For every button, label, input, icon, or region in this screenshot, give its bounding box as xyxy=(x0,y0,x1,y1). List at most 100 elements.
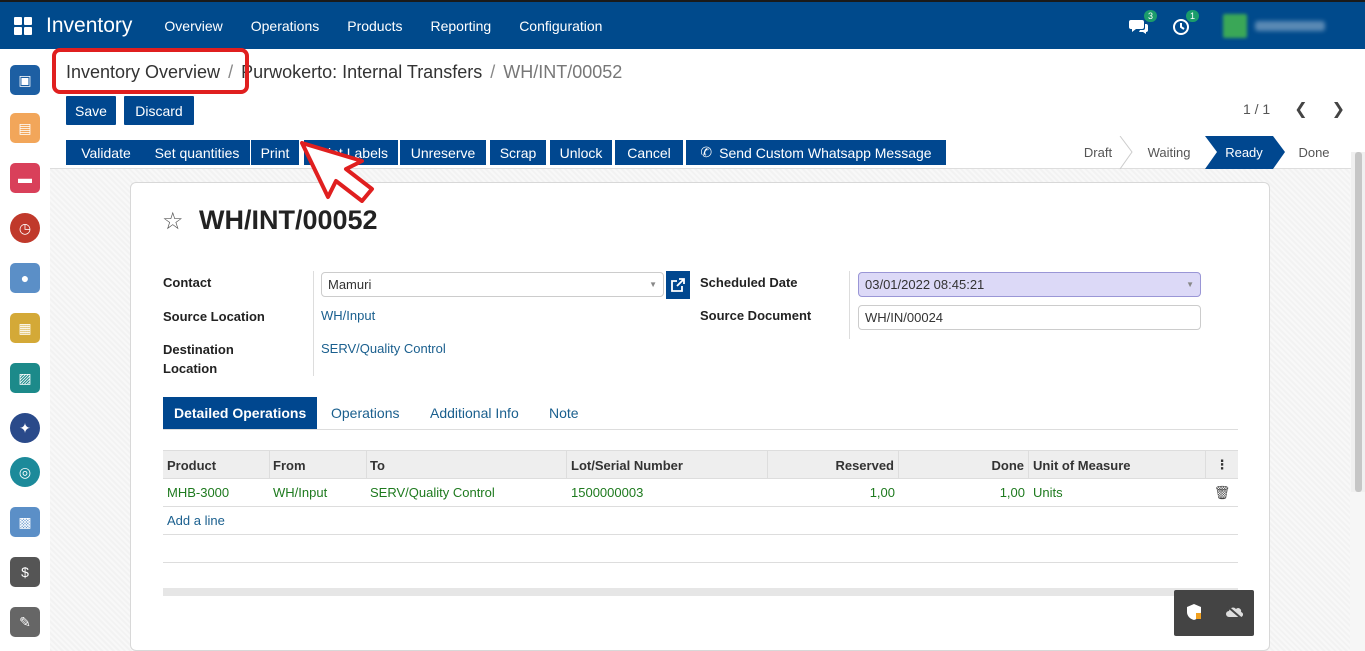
destination-location-value[interactable]: SERV/Quality Control xyxy=(321,341,446,356)
menu-operations[interactable]: Operations xyxy=(251,18,319,34)
cell-from: WH/Input xyxy=(273,485,328,500)
monitor-app-icon[interactable]: ▣ xyxy=(10,65,40,95)
vertical-scrollbar[interactable] xyxy=(1351,152,1365,492)
notebook-tabs: Detailed Operations Operations Additiona… xyxy=(163,397,1238,430)
field-divider xyxy=(849,271,850,339)
source-document-field[interactable]: WH/IN/00024 xyxy=(858,305,1201,330)
destination-label-line2: Location xyxy=(163,361,218,376)
print-button[interactable]: Print xyxy=(251,140,299,165)
menu-overview[interactable]: Overview xyxy=(164,18,222,34)
stage-ready[interactable]: Ready xyxy=(1218,136,1270,169)
external-link-icon xyxy=(671,278,685,292)
col-to[interactable]: To xyxy=(366,451,567,479)
col-unit-of-measure[interactable]: Unit of Measure xyxy=(1029,451,1206,479)
table-row[interactable]: MHB-3000 WH/Input SERV/Quality Control 1… xyxy=(163,479,1238,507)
app-title[interactable]: Inventory xyxy=(46,14,132,38)
timer-app-icon[interactable]: ◷ xyxy=(10,213,40,243)
col-reserved[interactable]: Reserved xyxy=(768,451,899,479)
add-line-row: Add a line xyxy=(163,507,1238,535)
avatar xyxy=(1223,13,1247,38)
col-lot-serial[interactable]: Lot/Serial Number xyxy=(567,451,768,479)
menu-products[interactable]: Products xyxy=(347,18,402,34)
cell-lot-serial: 1500000003 xyxy=(571,485,644,500)
chevron-down-icon: ▼ xyxy=(1186,280,1194,289)
breadcrumb-current-record: WH/INT/00052 xyxy=(503,62,623,82)
stage-waiting[interactable]: Waiting xyxy=(1138,136,1200,169)
col-from[interactable]: From xyxy=(269,451,367,479)
tab-additional-info[interactable]: Additional Info xyxy=(430,397,519,429)
menu-configuration[interactable]: Configuration xyxy=(519,18,602,34)
cloud-off-icon[interactable] xyxy=(1225,604,1243,622)
field-divider xyxy=(313,271,314,376)
compass-app-icon[interactable]: ◎ xyxy=(10,457,40,487)
breadcrumb-separator: / xyxy=(490,62,496,82)
cell-done: 1,00 xyxy=(999,485,1025,500)
messages-icon[interactable]: 3 xyxy=(1129,9,1157,36)
trash-icon[interactable]: 🗑 xyxy=(1206,479,1238,506)
horizontal-scrollbar[interactable] xyxy=(163,588,1238,596)
payroll-app-icon[interactable]: $ xyxy=(10,557,40,587)
col-product[interactable]: Product xyxy=(163,451,270,479)
contact-value: Mamuri xyxy=(328,277,372,292)
pager-value[interactable]: 1 / 1 xyxy=(1243,101,1270,117)
notes-app-icon[interactable]: ✎ xyxy=(10,607,40,637)
validate-button[interactable]: Validate xyxy=(66,140,146,165)
contact-field[interactable]: Mamuri ▼ xyxy=(321,272,664,297)
cell-reserved: 1,00 xyxy=(869,485,895,500)
star-icon[interactable]: ☆ xyxy=(162,207,184,236)
chevron-down-icon: ▼ xyxy=(649,280,657,289)
source-document-value: WH/IN/00024 xyxy=(865,310,944,325)
cell-product: MHB-3000 xyxy=(167,485,230,500)
external-link-button[interactable] xyxy=(666,271,690,299)
top-navbar: Inventory Overview Operations Products R… xyxy=(0,0,1365,49)
tab-detailed-operations[interactable]: Detailed Operations xyxy=(163,397,318,429)
set-quantities-button[interactable]: Set quantities xyxy=(144,140,250,165)
apps-menu-icon[interactable] xyxy=(14,16,32,35)
source-location-label: Source Location xyxy=(163,309,265,324)
optional-columns-icon[interactable]: ⋮ xyxy=(1206,451,1238,479)
stage-done[interactable]: Done xyxy=(1286,136,1342,169)
shield-icon[interactable] xyxy=(1186,603,1202,624)
scrap-button[interactable]: Scrap xyxy=(490,140,546,165)
send-whatsapp-button[interactable]: ✆ Send Custom Whatsapp Message xyxy=(686,140,946,165)
save-button[interactable]: Save xyxy=(66,96,116,125)
employee-app-icon[interactable]: ● xyxy=(10,263,40,293)
col-done[interactable]: Done xyxy=(899,451,1029,479)
discard-button[interactable]: Discard xyxy=(124,96,194,125)
floating-tray xyxy=(1174,590,1254,636)
stage-draft[interactable]: Draft xyxy=(1070,136,1126,169)
form-sheet: ☆ WH/INT/00052 Contact Source Location D… xyxy=(130,182,1270,651)
unlock-button[interactable]: Unlock xyxy=(550,140,612,165)
app-sidebar: ▣ ▤ ▬ ◷ ● ▦ ▨ ✦ ◎ ▩ $ ✎ xyxy=(0,49,50,651)
contact-label: Contact xyxy=(163,275,212,290)
source-document-label: Source Document xyxy=(700,308,812,323)
scheduled-date-field[interactable]: 03/01/2022 08:45:21 ▼ xyxy=(858,272,1201,297)
user-menu[interactable] xyxy=(1223,13,1325,38)
box-app-icon[interactable]: ▤ xyxy=(10,113,40,143)
cancel-button[interactable]: Cancel xyxy=(615,140,683,165)
activities-clock-icon[interactable]: 1 xyxy=(1171,9,1199,36)
send-whatsapp-label: Send Custom Whatsapp Message xyxy=(719,144,932,161)
menu-reporting[interactable]: Reporting xyxy=(430,18,491,34)
destination-label-line1: Destination xyxy=(163,342,234,357)
source-location-value[interactable]: WH/Input xyxy=(321,308,375,323)
add-line-link[interactable]: Add a line xyxy=(167,513,225,528)
dashboard-app-icon[interactable]: ▨ xyxy=(10,363,40,393)
scheduled-date-label: Scheduled Date xyxy=(700,275,798,290)
user-name-blurred xyxy=(1255,20,1325,31)
pager-previous-icon[interactable]: ❮ xyxy=(1294,99,1307,119)
calendar-app-icon[interactable]: ▦ xyxy=(10,313,40,343)
breadcrumb-internal-transfers[interactable]: Purwokerto: Internal Transfers xyxy=(241,62,482,82)
tab-operations[interactable]: Operations xyxy=(331,397,399,429)
tab-note[interactable]: Note xyxy=(549,397,579,429)
pager-next-icon[interactable]: ❯ xyxy=(1332,99,1345,119)
empty-row xyxy=(163,535,1238,563)
messages-count-badge: 3 xyxy=(1143,9,1157,22)
inventory-boxes-app-icon[interactable]: ▩ xyxy=(10,507,40,537)
unreserve-button[interactable]: Unreserve xyxy=(400,140,486,165)
warranty-badge-app-icon[interactable]: ✦ xyxy=(10,413,40,443)
annotation-arrow xyxy=(300,141,374,203)
chat-app-icon[interactable]: ▬ xyxy=(10,163,40,193)
main-menu: Overview Operations Products Reporting C… xyxy=(150,18,616,34)
scheduled-date-value: 03/01/2022 08:45:21 xyxy=(865,277,985,292)
